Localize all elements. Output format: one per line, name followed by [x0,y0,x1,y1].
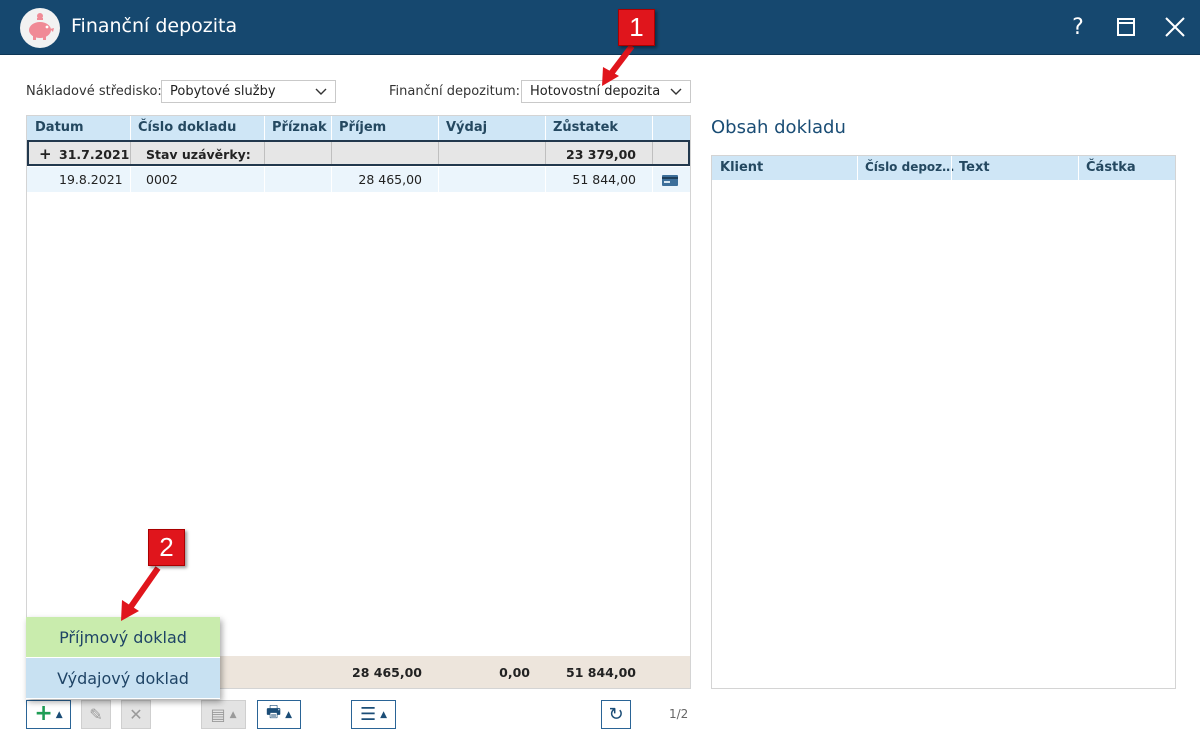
callout-2: 2 [148,529,185,566]
callout-1: 1 [618,9,655,46]
annotation-arrows [121,44,635,621]
